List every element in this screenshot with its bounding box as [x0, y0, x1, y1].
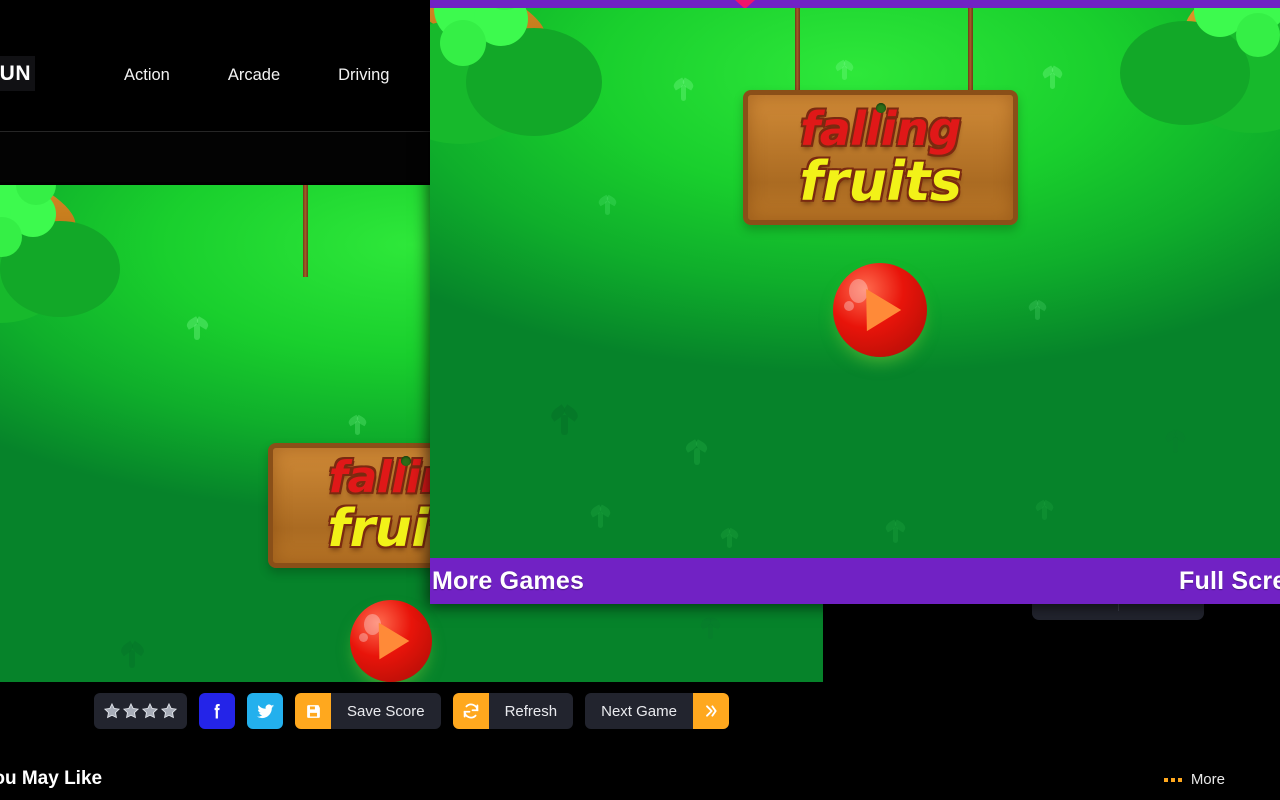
- twitter-share-button[interactable]: [247, 693, 284, 729]
- play-triangle-icon: [866, 288, 902, 332]
- refresh-button[interactable]: Refresh: [452, 693, 574, 729]
- save-score-button[interactable]: Save Score: [295, 693, 441, 729]
- popup-bottom-bar: More Games Full Screen: [430, 558, 1280, 604]
- more-games-link[interactable]: More Games: [432, 567, 584, 596]
- star-icon[interactable]: [122, 702, 140, 720]
- sign-rope-left: [303, 185, 308, 277]
- suggestions-section: es You May Like More: [0, 762, 1280, 800]
- full-screen-link[interactable]: Full Screen: [1179, 567, 1280, 596]
- more-label: More: [1190, 771, 1225, 788]
- floppy-disk-icon: [295, 693, 332, 729]
- nav-item-driving[interactable]: Driving: [309, 60, 418, 91]
- popup-top-bar: [430, 0, 1280, 9]
- save-score-label: Save Score: [331, 693, 441, 729]
- next-game-button[interactable]: Next Game: [585, 693, 729, 729]
- more-link[interactable]: More: [1163, 771, 1225, 788]
- popup-game-canvas[interactable]: falling fruits: [430, 8, 1280, 558]
- ellipsis-icon: [1163, 777, 1182, 782]
- sign-rope-left: [795, 8, 800, 103]
- game-action-toolbar: Save Score Refresh Next Game: [0, 690, 823, 732]
- refresh-label: Refresh: [488, 693, 574, 729]
- ball-highlight: [849, 279, 868, 303]
- facebook-share-button[interactable]: [199, 693, 236, 729]
- ball-highlight-small: [844, 301, 854, 311]
- play-triangle-icon: [378, 622, 410, 660]
- play-button[interactable]: [350, 600, 432, 682]
- play-button[interactable]: [833, 263, 927, 357]
- nav-item-arcade[interactable]: Arcade: [199, 60, 309, 91]
- game-title-line-2: fruits: [799, 150, 962, 213]
- facebook-icon: [214, 704, 220, 719]
- section-title: es You May Like: [0, 768, 103, 789]
- rating-stars[interactable]: [94, 693, 188, 729]
- tree-canopy-left: [0, 185, 180, 345]
- site-logo[interactable]: FUN: [0, 56, 35, 91]
- ball-highlight-small: [359, 633, 368, 642]
- game-title-line-1: falling: [800, 102, 961, 156]
- twitter-icon: [256, 703, 274, 718]
- ball-highlight: [364, 614, 381, 635]
- star-icon[interactable]: [141, 702, 159, 720]
- sign-rope-right: [968, 8, 973, 103]
- game-title-sign: falling fruits: [743, 90, 1018, 225]
- double-chevron-right-icon: [692, 693, 729, 729]
- game-popup-window[interactable]: falling fruits More Games Full Scre: [430, 0, 1280, 604]
- tree-canopy-right: [1080, 8, 1280, 153]
- nav-item-action[interactable]: Action: [95, 60, 199, 91]
- star-icon[interactable]: [103, 702, 121, 720]
- tree-canopy-left: [430, 8, 660, 158]
- star-icon[interactable]: [160, 702, 178, 720]
- popup-game-scene-background: falling fruits: [430, 8, 1280, 558]
- next-game-label: Next Game: [585, 693, 693, 729]
- refresh-icon: [452, 693, 489, 729]
